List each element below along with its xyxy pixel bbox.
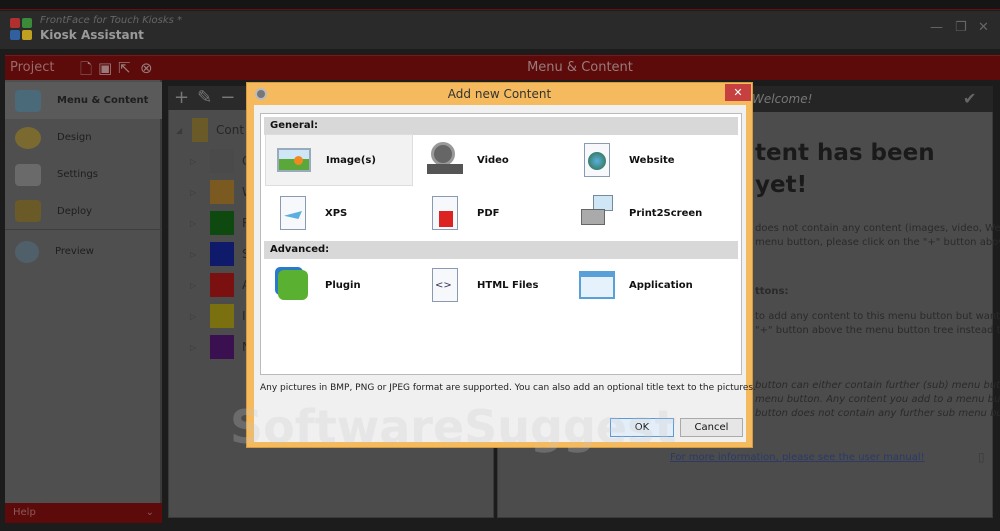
sidebar: Menu & Content Design Settings Deploy Pr… <box>5 80 162 503</box>
wheelbarrow-icon <box>15 200 41 222</box>
paragraph: button does not contain any further sub … <box>755 408 1000 419</box>
remove-icon[interactable]: − <box>220 87 243 108</box>
add-content-dialog: Add new Content ✕ General: Advanced: Ima… <box>246 82 756 448</box>
user-manual-link[interactable]: For more information, please see the use… <box>670 452 925 463</box>
image-icon <box>276 142 312 178</box>
welcome-heading: tent has been <box>755 140 935 166</box>
restore-button[interactable]: ❐ <box>955 20 967 35</box>
content-type-plugin[interactable]: Plugin <box>265 259 413 311</box>
tree-node[interactable]: ▷O <box>190 149 251 173</box>
chevron-down-icon: ⌄ <box>145 507 154 518</box>
expand-arrow-icon[interactable]: ▷ <box>190 188 196 197</box>
dialog-body: General: Advanced: Image(s) Video Website X… <box>254 105 756 442</box>
content-type-print2screen[interactable]: Print2Screen <box>569 187 717 239</box>
expand-arrow-icon[interactable]: ▷ <box>190 219 196 228</box>
close-button[interactable]: ✕ <box>978 20 989 35</box>
tree-node[interactable]: ▷In <box>190 304 253 328</box>
section-title: Menu & Content <box>527 60 633 75</box>
check-icon[interactable]: ✔ <box>963 89 976 108</box>
paragraph: to add any content to this menu button b… <box>755 311 1000 322</box>
content-type-image-s[interactable]: Image(s) <box>265 134 413 186</box>
paragraph: menu button, please click on the "+" but… <box>755 237 1000 248</box>
menu-button-icon <box>210 180 234 204</box>
menu-button-icon <box>210 149 234 173</box>
sidebar-item-menu-content[interactable]: Menu & Content <box>5 82 162 119</box>
menu-button-icon <box>210 304 234 328</box>
app-name: FrontFace for Touch Kiosks * <box>40 15 183 26</box>
menu-button-icon <box>210 242 234 266</box>
dialog-title: Add new Content <box>447 87 552 101</box>
content-type-pdf[interactable]: PDF <box>417 187 565 239</box>
trash-icon[interactable]: ▯ <box>978 450 985 464</box>
sidebar-item-design[interactable]: Design <box>5 119 162 156</box>
content-type-video[interactable]: Video <box>417 134 565 186</box>
puzzle-icon <box>275 267 311 303</box>
content-type-panel: General: Advanced: Image(s) Video Website X… <box>260 113 742 375</box>
welcome-heading-2: yet! <box>755 172 808 198</box>
menu-button-icon <box>210 211 234 235</box>
expand-arrow-icon[interactable]: ▷ <box>190 343 196 352</box>
close-project-icon[interactable]: ⊗ <box>140 59 153 77</box>
content-type-xps[interactable]: XPS <box>265 187 413 239</box>
paragraph: menu button. Any content you add to a me… <box>755 394 1000 405</box>
globe-document-icon <box>579 142 615 178</box>
save-icon[interactable]: ▣ <box>98 59 112 77</box>
checklist-icon <box>15 163 41 186</box>
sidebar-item-preview[interactable]: Preview <box>5 233 162 270</box>
pdf-document-icon <box>427 195 463 231</box>
welcome-title: Welcome! <box>752 92 813 106</box>
film-reel-icon <box>427 142 463 178</box>
app-logo <box>10 18 32 40</box>
menu-button-icon <box>210 273 234 297</box>
edit-icon[interactable]: ✎ <box>197 87 220 108</box>
subheading: ttons: <box>755 286 789 297</box>
expand-arrow-icon[interactable]: ▷ <box>190 157 196 166</box>
sidebar-item-settings[interactable]: Settings <box>5 156 162 193</box>
window-title: Kiosk Assistant <box>40 28 144 42</box>
sidebar-item-deploy[interactable]: Deploy <box>5 193 162 230</box>
section-general: General: <box>264 117 738 135</box>
menu-button-icon <box>210 335 234 359</box>
project-label: Project <box>10 60 55 75</box>
cancel-button[interactable]: Cancel <box>680 418 743 437</box>
xps-document-icon <box>275 195 311 231</box>
expand-arrow-icon[interactable]: ▷ <box>190 281 196 290</box>
tree-node[interactable]: ▷W <box>190 180 254 204</box>
content-type-website[interactable]: Website <box>569 134 717 186</box>
palette-icon <box>15 126 41 149</box>
folder-icon <box>192 118 208 142</box>
application-window-icon <box>579 267 615 303</box>
menu-content-icon <box>15 89 41 112</box>
help-button[interactable]: Help ⌄ <box>5 503 162 523</box>
html-document-icon: <> <box>427 267 463 303</box>
paragraph: does not contain any content (images, vi… <box>755 223 1000 234</box>
watermark: SoftwareSuggest <box>230 400 677 454</box>
tree-root[interactable]: ◢ Cont <box>176 118 244 142</box>
content-type-html-files[interactable]: <> HTML Files <box>417 259 565 311</box>
content-type-application[interactable]: Application <box>569 259 717 311</box>
expand-arrow-icon[interactable]: ▷ <box>190 312 196 321</box>
export-icon[interactable]: ⇱ <box>118 59 131 77</box>
paragraph: button can either contain further (sub) … <box>755 380 1000 391</box>
dialog-close-button[interactable]: ✕ <box>725 84 751 101</box>
description-text: Any pictures in BMP, PNG or JPEG format … <box>260 383 756 393</box>
add-icon[interactable]: + <box>174 87 197 108</box>
section-advanced: Advanced: <box>264 241 738 259</box>
expand-arrow-icon[interactable]: ▷ <box>190 250 196 259</box>
printer-icon <box>579 195 615 231</box>
paragraph: "+" button above the menu button tree in… <box>755 325 1000 336</box>
play-icon <box>15 240 39 263</box>
top-strip <box>0 0 1000 10</box>
minimize-button[interactable]: — <box>930 20 943 35</box>
